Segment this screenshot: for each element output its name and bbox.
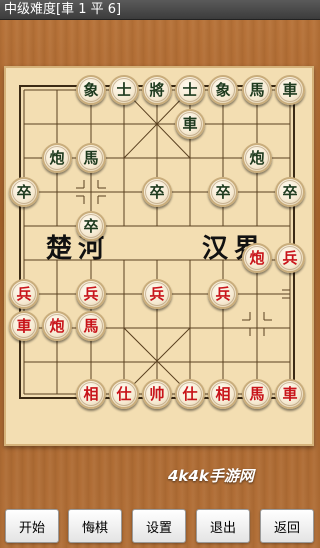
- piece-label: 兵: [211, 282, 235, 306]
- piece-black-horse[interactable]: 馬: [76, 143, 106, 173]
- title-text: 中级难度[車 1 平 6]: [4, 2, 122, 17]
- piece-black-chariot[interactable]: 車: [175, 109, 205, 139]
- piece-label: 卒: [145, 180, 169, 204]
- undo-button[interactable]: 悔棋: [68, 509, 122, 543]
- piece-black-elephant[interactable]: 象: [208, 75, 238, 105]
- piece-label: 兵: [145, 282, 169, 306]
- chess-board[interactable]: 楚 河 汉 界 象 士 將 士 象 馬 車 車 炮 馬 炮 卒 卒 卒 卒 卒 …: [4, 66, 314, 446]
- start-button[interactable]: 开始: [5, 509, 59, 543]
- piece-red-advisor[interactable]: 仕: [109, 379, 139, 409]
- piece-label: 仕: [178, 382, 202, 406]
- piece-label: 馬: [245, 382, 269, 406]
- piece-label: 象: [211, 78, 235, 102]
- piece-red-soldier[interactable]: 兵: [9, 279, 39, 309]
- piece-black-soldier[interactable]: 卒: [275, 177, 305, 207]
- piece-black-cannon[interactable]: 炮: [242, 143, 272, 173]
- piece-label: 車: [12, 314, 36, 338]
- piece-label: 卒: [79, 214, 103, 238]
- piece-black-horse[interactable]: 馬: [242, 75, 272, 105]
- piece-red-horse[interactable]: 馬: [76, 311, 106, 341]
- piece-red-advisor[interactable]: 仕: [175, 379, 205, 409]
- piece-red-soldier[interactable]: 兵: [275, 243, 305, 273]
- piece-black-soldier[interactable]: 卒: [9, 177, 39, 207]
- watermark: 4k4k手游网: [168, 467, 254, 485]
- piece-red-cannon[interactable]: 炮: [42, 311, 72, 341]
- piece-label: 相: [79, 382, 103, 406]
- piece-label: 兵: [79, 282, 103, 306]
- piece-black-soldier[interactable]: 卒: [76, 211, 106, 241]
- piece-red-elephant[interactable]: 相: [208, 379, 238, 409]
- piece-black-chariot[interactable]: 車: [275, 75, 305, 105]
- piece-black-advisor[interactable]: 士: [175, 75, 205, 105]
- piece-red-soldier[interactable]: 兵: [208, 279, 238, 309]
- piece-red-soldier[interactable]: 兵: [142, 279, 172, 309]
- bottom-toolbar: 开始 悔棋 设置 退出 返回: [0, 505, 320, 548]
- piece-label: 相: [211, 382, 235, 406]
- piece-label: 卒: [211, 180, 235, 204]
- piece-label: 車: [178, 112, 202, 136]
- piece-label: 將: [145, 78, 169, 102]
- piece-black-elephant[interactable]: 象: [76, 75, 106, 105]
- settings-button[interactable]: 设置: [132, 509, 186, 543]
- piece-label: 車: [278, 78, 302, 102]
- exit-button[interactable]: 退出: [196, 509, 250, 543]
- piece-black-cannon[interactable]: 炮: [42, 143, 72, 173]
- piece-red-chariot[interactable]: 車: [9, 311, 39, 341]
- piece-label: 炮: [45, 314, 69, 338]
- piece-red-elephant[interactable]: 相: [76, 379, 106, 409]
- piece-black-soldier[interactable]: 卒: [208, 177, 238, 207]
- piece-label: 仕: [112, 382, 136, 406]
- piece-label: 兵: [12, 282, 36, 306]
- piece-label: 炮: [45, 146, 69, 170]
- back-button[interactable]: 返回: [260, 509, 314, 543]
- piece-black-advisor[interactable]: 士: [109, 75, 139, 105]
- river-text-chu: 楚: [46, 234, 75, 264]
- piece-label: 卒: [278, 180, 302, 204]
- piece-label: 馬: [245, 78, 269, 102]
- river-text-han: 汉: [202, 234, 231, 264]
- piece-label: 馬: [79, 314, 103, 338]
- piece-black-soldier[interactable]: 卒: [142, 177, 172, 207]
- piece-label: 馬: [79, 146, 103, 170]
- piece-label: 炮: [245, 146, 269, 170]
- piece-red-cannon[interactable]: 炮: [242, 243, 272, 273]
- piece-black-general[interactable]: 將: [142, 75, 172, 105]
- piece-label: 卒: [12, 180, 36, 204]
- piece-label: 車: [278, 382, 302, 406]
- piece-red-general[interactable]: 帅: [142, 379, 172, 409]
- title-bar: 中级难度[車 1 平 6]: [0, 0, 320, 20]
- piece-red-horse[interactable]: 馬: [242, 379, 272, 409]
- piece-label: 士: [112, 78, 136, 102]
- piece-label: 士: [178, 78, 202, 102]
- piece-label: 帅: [145, 382, 169, 406]
- piece-label: 兵: [278, 246, 302, 270]
- piece-red-soldier[interactable]: 兵: [76, 279, 106, 309]
- piece-red-chariot[interactable]: 車: [275, 379, 305, 409]
- piece-label: 象: [79, 78, 103, 102]
- piece-label: 炮: [245, 246, 269, 270]
